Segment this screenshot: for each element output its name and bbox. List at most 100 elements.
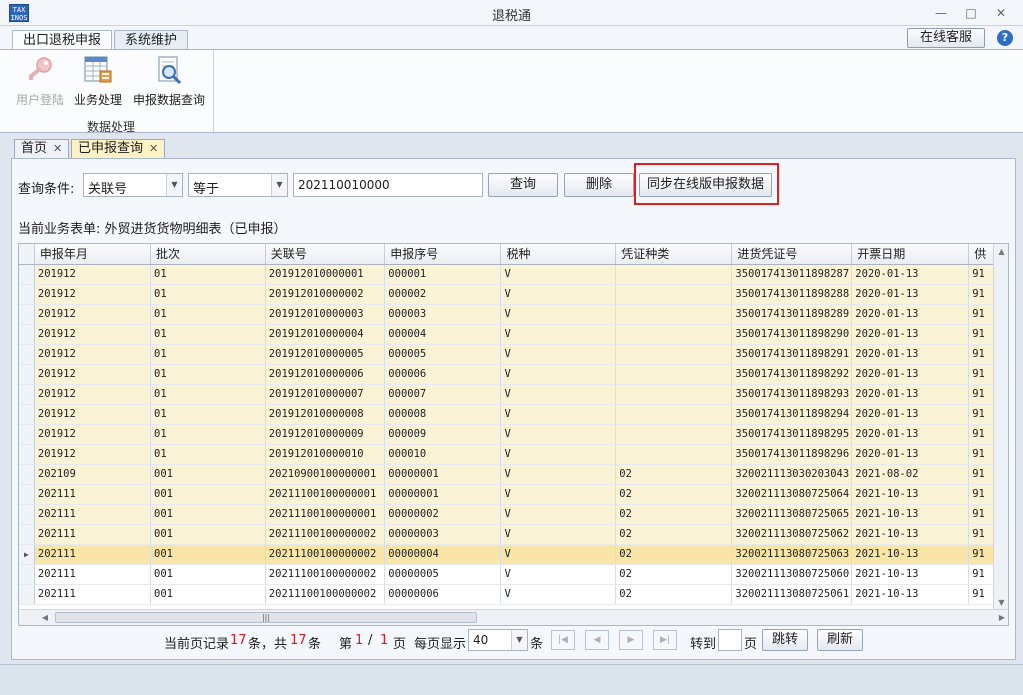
table-cell[interactable]: V	[500, 444, 617, 465]
row-indicator[interactable]: ▶	[19, 544, 35, 565]
scroll-left-icon[interactable]: ◀	[37, 610, 53, 625]
table-cell[interactable]: 201912	[34, 424, 152, 445]
business-processing-button[interactable]: 业务处理	[72, 54, 124, 108]
table-cell[interactable]: 2020-01-13	[851, 444, 970, 465]
table-row[interactable]: 201912 01 201912010000001 000001 V 3500174130…	[19, 264, 1008, 285]
table-cell[interactable]: 350017413011898287	[731, 264, 853, 285]
table-cell[interactable]: 000003	[384, 304, 502, 325]
table-cell[interactable]: V	[500, 524, 617, 545]
field-select[interactable]: 关联号 ▼	[83, 173, 183, 197]
table-cell[interactable]: 201912010000002	[265, 284, 386, 305]
prev-page-button[interactable]: ◀	[585, 630, 609, 650]
table-cell[interactable]: V	[500, 364, 617, 385]
row-indicator[interactable]	[19, 284, 35, 305]
table-cell[interactable]: 320021113080725061	[731, 584, 853, 605]
table-cell[interactable]: 02	[615, 484, 733, 505]
table-cell[interactable]: 201912010000005	[265, 344, 386, 365]
table-cell[interactable]: 350017413011898290	[731, 324, 853, 345]
table-cell[interactable]: 320021113080725062	[731, 524, 853, 545]
table-cell[interactable]: 20211100100000001	[265, 504, 386, 525]
scroll-thumb[interactable]: |||	[55, 612, 477, 623]
table-row[interactable]: 201912 01 201912010000003 000003 V 3500174130…	[19, 304, 1008, 325]
per-page-select[interactable]: 40 ▼	[468, 629, 528, 651]
table-cell[interactable]	[615, 424, 733, 445]
row-indicator[interactable]	[19, 404, 35, 425]
table-cell[interactable]: 2021-10-13	[851, 524, 970, 545]
table-cell[interactable]: 2021-10-13	[851, 584, 970, 605]
table-cell[interactable]: 201912	[34, 364, 152, 385]
table-row[interactable]: 202111 001 20211100100000002 00000003 V 02 320…	[19, 524, 1008, 545]
table-cell[interactable]: 000001	[384, 264, 502, 285]
table-cell[interactable]: 001	[150, 524, 266, 545]
table-cell[interactable]: 001	[150, 564, 266, 585]
table-cell[interactable]: 201912010000007	[265, 384, 386, 405]
next-page-button[interactable]: ▶	[619, 630, 643, 650]
declaration-query-button[interactable]: 申报数据查询	[130, 54, 208, 108]
table-cell[interactable]	[615, 324, 733, 345]
table-row[interactable]: 201912 01 201912010000007 000007 V 3500174130…	[19, 384, 1008, 405]
table-cell[interactable]: 01	[150, 344, 266, 365]
table-cell[interactable]: 000009	[384, 424, 502, 445]
table-cell[interactable]: V	[500, 324, 617, 345]
table-cell[interactable]: 000010	[384, 444, 502, 465]
table-cell[interactable]: V	[500, 484, 617, 505]
tab-system-maintenance[interactable]: 系统维护	[114, 30, 189, 51]
row-indicator[interactable]	[19, 424, 35, 445]
table-cell[interactable]: 202111	[34, 524, 152, 545]
table-cell[interactable]: 20211100100000002	[265, 584, 386, 605]
table-cell[interactable]: 202111	[34, 484, 152, 505]
table-cell[interactable]: 2021-10-13	[851, 504, 970, 525]
table-row[interactable]: 202109 001 20210900100000001 00000001 V 02 320…	[19, 464, 1008, 485]
table-cell[interactable]: 02	[615, 504, 733, 525]
row-indicator[interactable]	[19, 584, 35, 605]
table-cell[interactable]: 2020-01-13	[851, 364, 970, 385]
table-cell[interactable]: 01	[150, 384, 266, 405]
row-indicator[interactable]	[19, 264, 35, 285]
table-cell[interactable]: 2020-01-13	[851, 324, 970, 345]
table-cell[interactable]: 201912	[34, 404, 152, 425]
maximize-button[interactable]: □	[960, 4, 982, 22]
first-page-button[interactable]: |◀	[551, 630, 575, 650]
table-cell[interactable]: 2020-01-13	[851, 264, 970, 285]
table-cell[interactable]: 201912	[34, 284, 152, 305]
table-cell[interactable]: 001	[150, 484, 266, 505]
table-cell[interactable]: V	[500, 544, 617, 565]
table-cell[interactable]: 001	[150, 584, 266, 605]
table-cell[interactable]: 201912	[34, 324, 152, 345]
table-cell[interactable]: 01	[150, 444, 266, 465]
table-cell[interactable]: V	[500, 404, 617, 425]
table-cell[interactable]: 000005	[384, 344, 502, 365]
row-indicator[interactable]	[19, 444, 35, 465]
table-cell[interactable]: 201912010000001	[265, 264, 386, 285]
table-cell[interactable]: 202111	[34, 504, 152, 525]
table-row[interactable]: 201912 01 201912010000010 000010 V 3500174130…	[19, 444, 1008, 465]
online-support-button[interactable]: 在线客服	[907, 28, 985, 48]
table-cell[interactable]: 350017413011898295	[731, 424, 853, 445]
table-cell[interactable]: 201912010000004	[265, 324, 386, 345]
table-cell[interactable]	[615, 404, 733, 425]
table-row[interactable]: ▶ 202111 001 20211100100000002 00000004 V 02 32…	[19, 544, 1008, 565]
table-cell[interactable]: 02	[615, 584, 733, 605]
scroll-down-icon[interactable]: ▼	[994, 595, 1008, 610]
table-cell[interactable]: 2020-01-13	[851, 384, 970, 405]
table-cell[interactable]: 350017413011898293	[731, 384, 853, 405]
table-cell[interactable]	[615, 284, 733, 305]
column-header[interactable]: 批次	[150, 244, 266, 265]
horizontal-scrollbar[interactable]: ◀ ||| ▶	[19, 609, 1008, 625]
table-cell[interactable]: 320021113080725063	[731, 544, 853, 565]
row-indicator[interactable]	[19, 464, 35, 485]
table-cell[interactable]: 2021-10-13	[851, 564, 970, 585]
goto-page-input[interactable]	[718, 629, 742, 651]
table-cell[interactable]: 202111	[34, 564, 152, 585]
table-cell[interactable]: 00000001	[384, 484, 502, 505]
table-cell[interactable]: 00000002	[384, 504, 502, 525]
table-cell[interactable]: 2020-01-13	[851, 344, 970, 365]
table-cell[interactable]: 01	[150, 284, 266, 305]
table-cell[interactable]: 000008	[384, 404, 502, 425]
table-cell[interactable]: V	[500, 284, 617, 305]
table-cell[interactable]: 201912010000008	[265, 404, 386, 425]
table-cell[interactable]: 02	[615, 464, 733, 485]
column-header[interactable]: 进货凭证号	[731, 244, 853, 265]
table-cell[interactable]: 20211100100000001	[265, 484, 386, 505]
last-page-button[interactable]: ▶|	[653, 630, 677, 650]
